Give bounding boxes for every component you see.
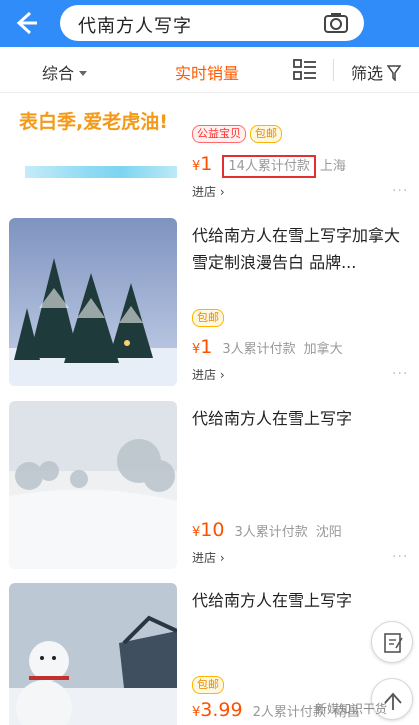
price-row: ¥1 14人累计付款 上海: [192, 153, 346, 178]
search-input[interactable]: 代南方人写字: [60, 5, 364, 41]
price: 1: [200, 336, 213, 358]
list-item[interactable]: 代给南方人在雪上写字加拿大雪定制浪漫告白 品牌... 包邮 ¥1 3人累计付款 加拿…: [0, 218, 419, 388]
edit-button[interactable]: [371, 621, 413, 663]
location: 沈阳: [315, 525, 342, 540]
free-shipping-badge: 包邮: [192, 676, 224, 694]
more-icon[interactable]: ···: [392, 366, 408, 382]
sort-realtime-sales[interactable]: 实时销量: [175, 60, 239, 84]
filter-icon: [387, 65, 402, 81]
divider: [333, 59, 334, 81]
snow-forest-image: [9, 218, 177, 386]
product-title[interactable]: 代给南方人在雪上写字加拿大雪定制浪漫告白 品牌...: [192, 222, 402, 276]
product-title[interactable]: 代给南方人在雪上写字: [192, 405, 402, 432]
sort-composite-label: 综合: [42, 64, 75, 83]
product-list: 表白季,爱老虎油! 公益宝贝 包邮 ¥114人累计付款上海 进店 › ···: [0, 93, 419, 725]
more-icon[interactable]: ···: [392, 183, 408, 199]
sort-composite[interactable]: 综合: [42, 60, 88, 84]
back-arrow-icon[interactable]: [10, 8, 40, 38]
paid-count: 3人累计付款: [222, 342, 296, 357]
free-shipping-badge: 包邮: [192, 309, 224, 327]
watermark: 新媒知识干货: [315, 702, 388, 716]
filter-label: 筛选: [351, 64, 384, 83]
top-bar: 代南方人写字: [0, 0, 419, 47]
price: 1: [200, 153, 213, 175]
location: 加拿大: [303, 342, 343, 357]
camera-icon[interactable]: [323, 11, 349, 35]
price-row: ¥1 3人累计付款 加拿大: [192, 336, 343, 358]
list-item[interactable]: 表白季,爱老虎油! 公益宝贝 包邮 ¥1 14人累计付款 上海 进店 › ···: [0, 93, 419, 211]
location: 上海: [319, 159, 346, 174]
edit-icon: [384, 633, 403, 653]
product-thumbnail[interactable]: 表白季,爱老虎油!: [9, 93, 177, 203]
search-query: 代南方人写字: [78, 16, 192, 37]
chevron-down-icon: [79, 71, 88, 76]
price-row: ¥10 3人累计付款 沈阳: [192, 519, 342, 541]
paid-count: 3人累计付款: [234, 525, 308, 540]
product-thumbnail[interactable]: [9, 218, 177, 386]
charity-badge: 公益宝贝: [192, 125, 246, 143]
list-item[interactable]: 代给南方人在雪上写字 ¥10 3人累计付款 沈阳 进店 › ···: [0, 401, 419, 573]
more-icon[interactable]: ···: [392, 549, 408, 565]
store-link[interactable]: 进店 ›: [192, 549, 225, 566]
store-link[interactable]: 进店 ›: [192, 366, 225, 383]
paid-count: 14人累计付款: [222, 155, 316, 178]
sort-bar: 综合 实时销量 筛选: [0, 47, 419, 93]
product-thumbnail[interactable]: [9, 583, 177, 725]
store-link[interactable]: 进店 ›: [192, 183, 225, 200]
product-title[interactable]: 代给南方人在雪上写字: [192, 587, 402, 614]
snow-field-image: [9, 401, 177, 569]
banner-decoration: [25, 166, 177, 178]
snowman-image: [9, 583, 177, 725]
price: 3.99: [200, 699, 243, 721]
product-thumbnail[interactable]: [9, 401, 177, 569]
free-shipping-badge: 包邮: [250, 125, 282, 143]
filter-button[interactable]: 筛选: [351, 60, 402, 84]
grid-toggle-icon[interactable]: [293, 59, 317, 81]
price: 10: [200, 519, 225, 541]
banner-text: 表白季,爱老虎油!: [19, 111, 168, 133]
